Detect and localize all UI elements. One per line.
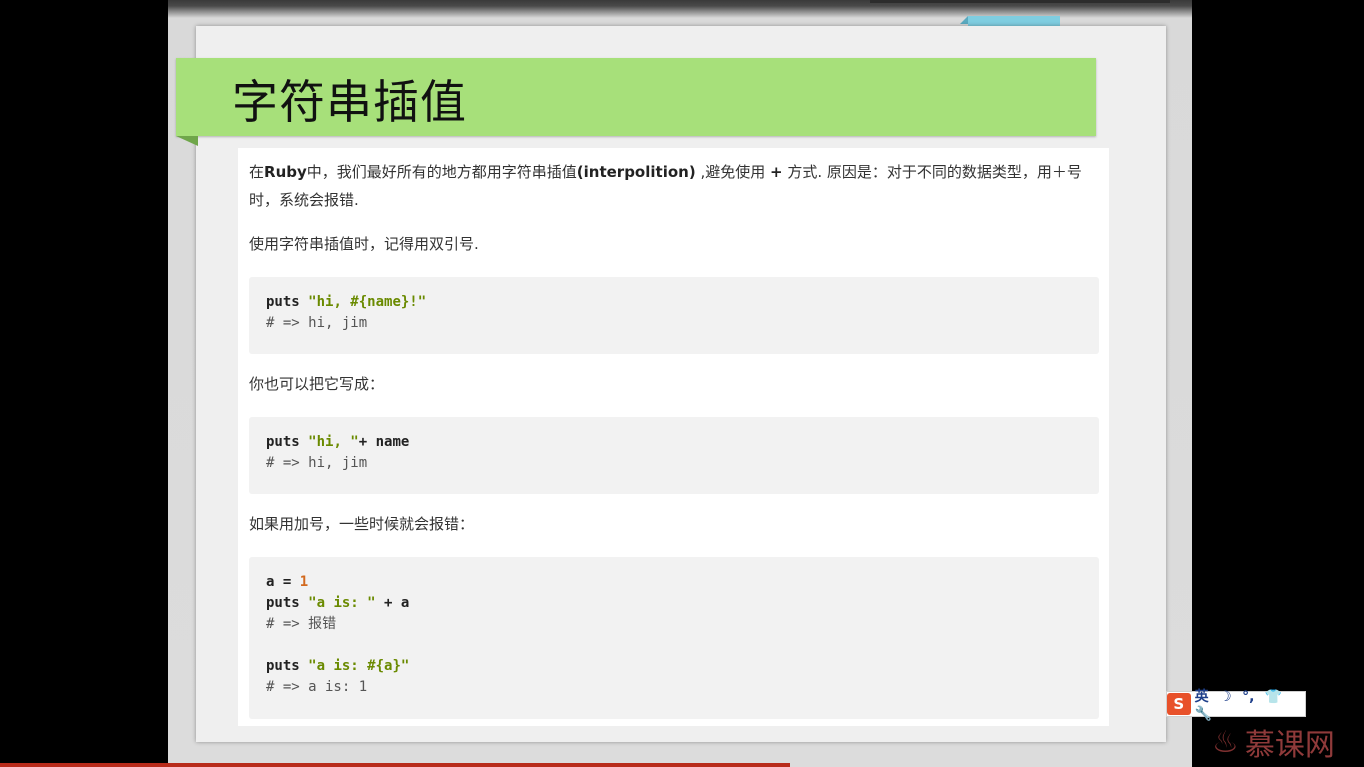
code-keyword: puts	[266, 595, 300, 611]
skin-icon[interactable]: 👕	[1265, 689, 1282, 705]
top-strip	[870, 0, 1170, 3]
code-string: "a is: #{a}"	[308, 658, 410, 674]
code-keyword: puts	[266, 294, 300, 310]
code-line: puts "a is: #{a}"	[266, 656, 1082, 677]
plus-error-note: 如果用加号，一些时候就会报错：	[249, 515, 475, 533]
code-string: "hi, "	[308, 434, 359, 450]
ime-lang-toggle[interactable]: 英	[1195, 689, 1209, 705]
code-comment: # => hi, jim	[266, 455, 368, 471]
code-string: "a is: "	[308, 595, 376, 611]
code-line: a = 1	[266, 572, 1082, 593]
code-comment: # => a is: 1	[266, 679, 368, 695]
intro-ruby: Ruby	[264, 163, 307, 181]
code-line: puts "hi, #{name}!"	[266, 292, 1082, 313]
moon-icon[interactable]: ☽	[1219, 689, 1232, 705]
wrench-icon[interactable]: 🔧	[1195, 706, 1212, 722]
title-ribbon: 字符串插值	[176, 58, 1096, 146]
code-assign: a =	[266, 574, 300, 590]
slide-content: 在Ruby中，我们最好所有的地方都用字符串插值(interpolition) ,…	[238, 148, 1109, 726]
code-block-2: puts "hi, "+ name # => hi, jim	[249, 417, 1099, 494]
punctuation-icon[interactable]: °,	[1242, 689, 1254, 705]
intro-paragraph: 在Ruby中，我们最好所有的地方都用字符串插值(interpolition) ,…	[249, 158, 1099, 214]
intro-text-3: ,避免使用	[695, 163, 770, 181]
code-keyword: puts	[266, 434, 300, 450]
sogou-logo-icon[interactable]: S	[1167, 693, 1191, 715]
intro-interpolition: (interpolition)	[576, 163, 696, 181]
ime-items: 英 ☽ °, 👕 🔧	[1195, 686, 1305, 722]
code-keyword: puts	[266, 658, 300, 674]
intro-text-2: 中，我们最好所有的地方都用字符串插值	[306, 163, 577, 181]
code-rest: + name	[358, 434, 410, 450]
code-block-1: puts "hi, #{name}!" # => hi, jim	[249, 277, 1099, 354]
intro-text-1: 在	[249, 163, 265, 181]
code-comment: # => 报错	[266, 616, 337, 632]
code-rest: + a	[375, 595, 410, 611]
code-number: 1	[299, 574, 309, 590]
video-progress-bar[interactable]	[0, 763, 790, 767]
code-string: "hi, #{name}!"	[308, 294, 427, 310]
brand-text: 慕课网	[1244, 728, 1335, 763]
slide-title: 字符串插值	[232, 75, 467, 129]
alt-form-note: 你也可以把它写成：	[249, 375, 385, 393]
code-line: puts "a is: " + a	[266, 593, 1082, 614]
code-line: puts "hi, "+ name	[266, 432, 1082, 453]
double-quote-note: 使用字符串插值时，记得用双引号.	[249, 235, 479, 253]
code-block-3: a = 1 puts "a is: " + a # => 报错 puts "a …	[249, 557, 1099, 719]
watermark: ♨ 慕课网	[1212, 720, 1335, 764]
ime-toolbar[interactable]: S 英 ☽ °, 👕 🔧	[1166, 689, 1306, 722]
flame-icon: ♨	[1212, 724, 1239, 760]
intro-plus: +	[770, 163, 783, 181]
code-comment: # => hi, jim	[266, 315, 368, 331]
